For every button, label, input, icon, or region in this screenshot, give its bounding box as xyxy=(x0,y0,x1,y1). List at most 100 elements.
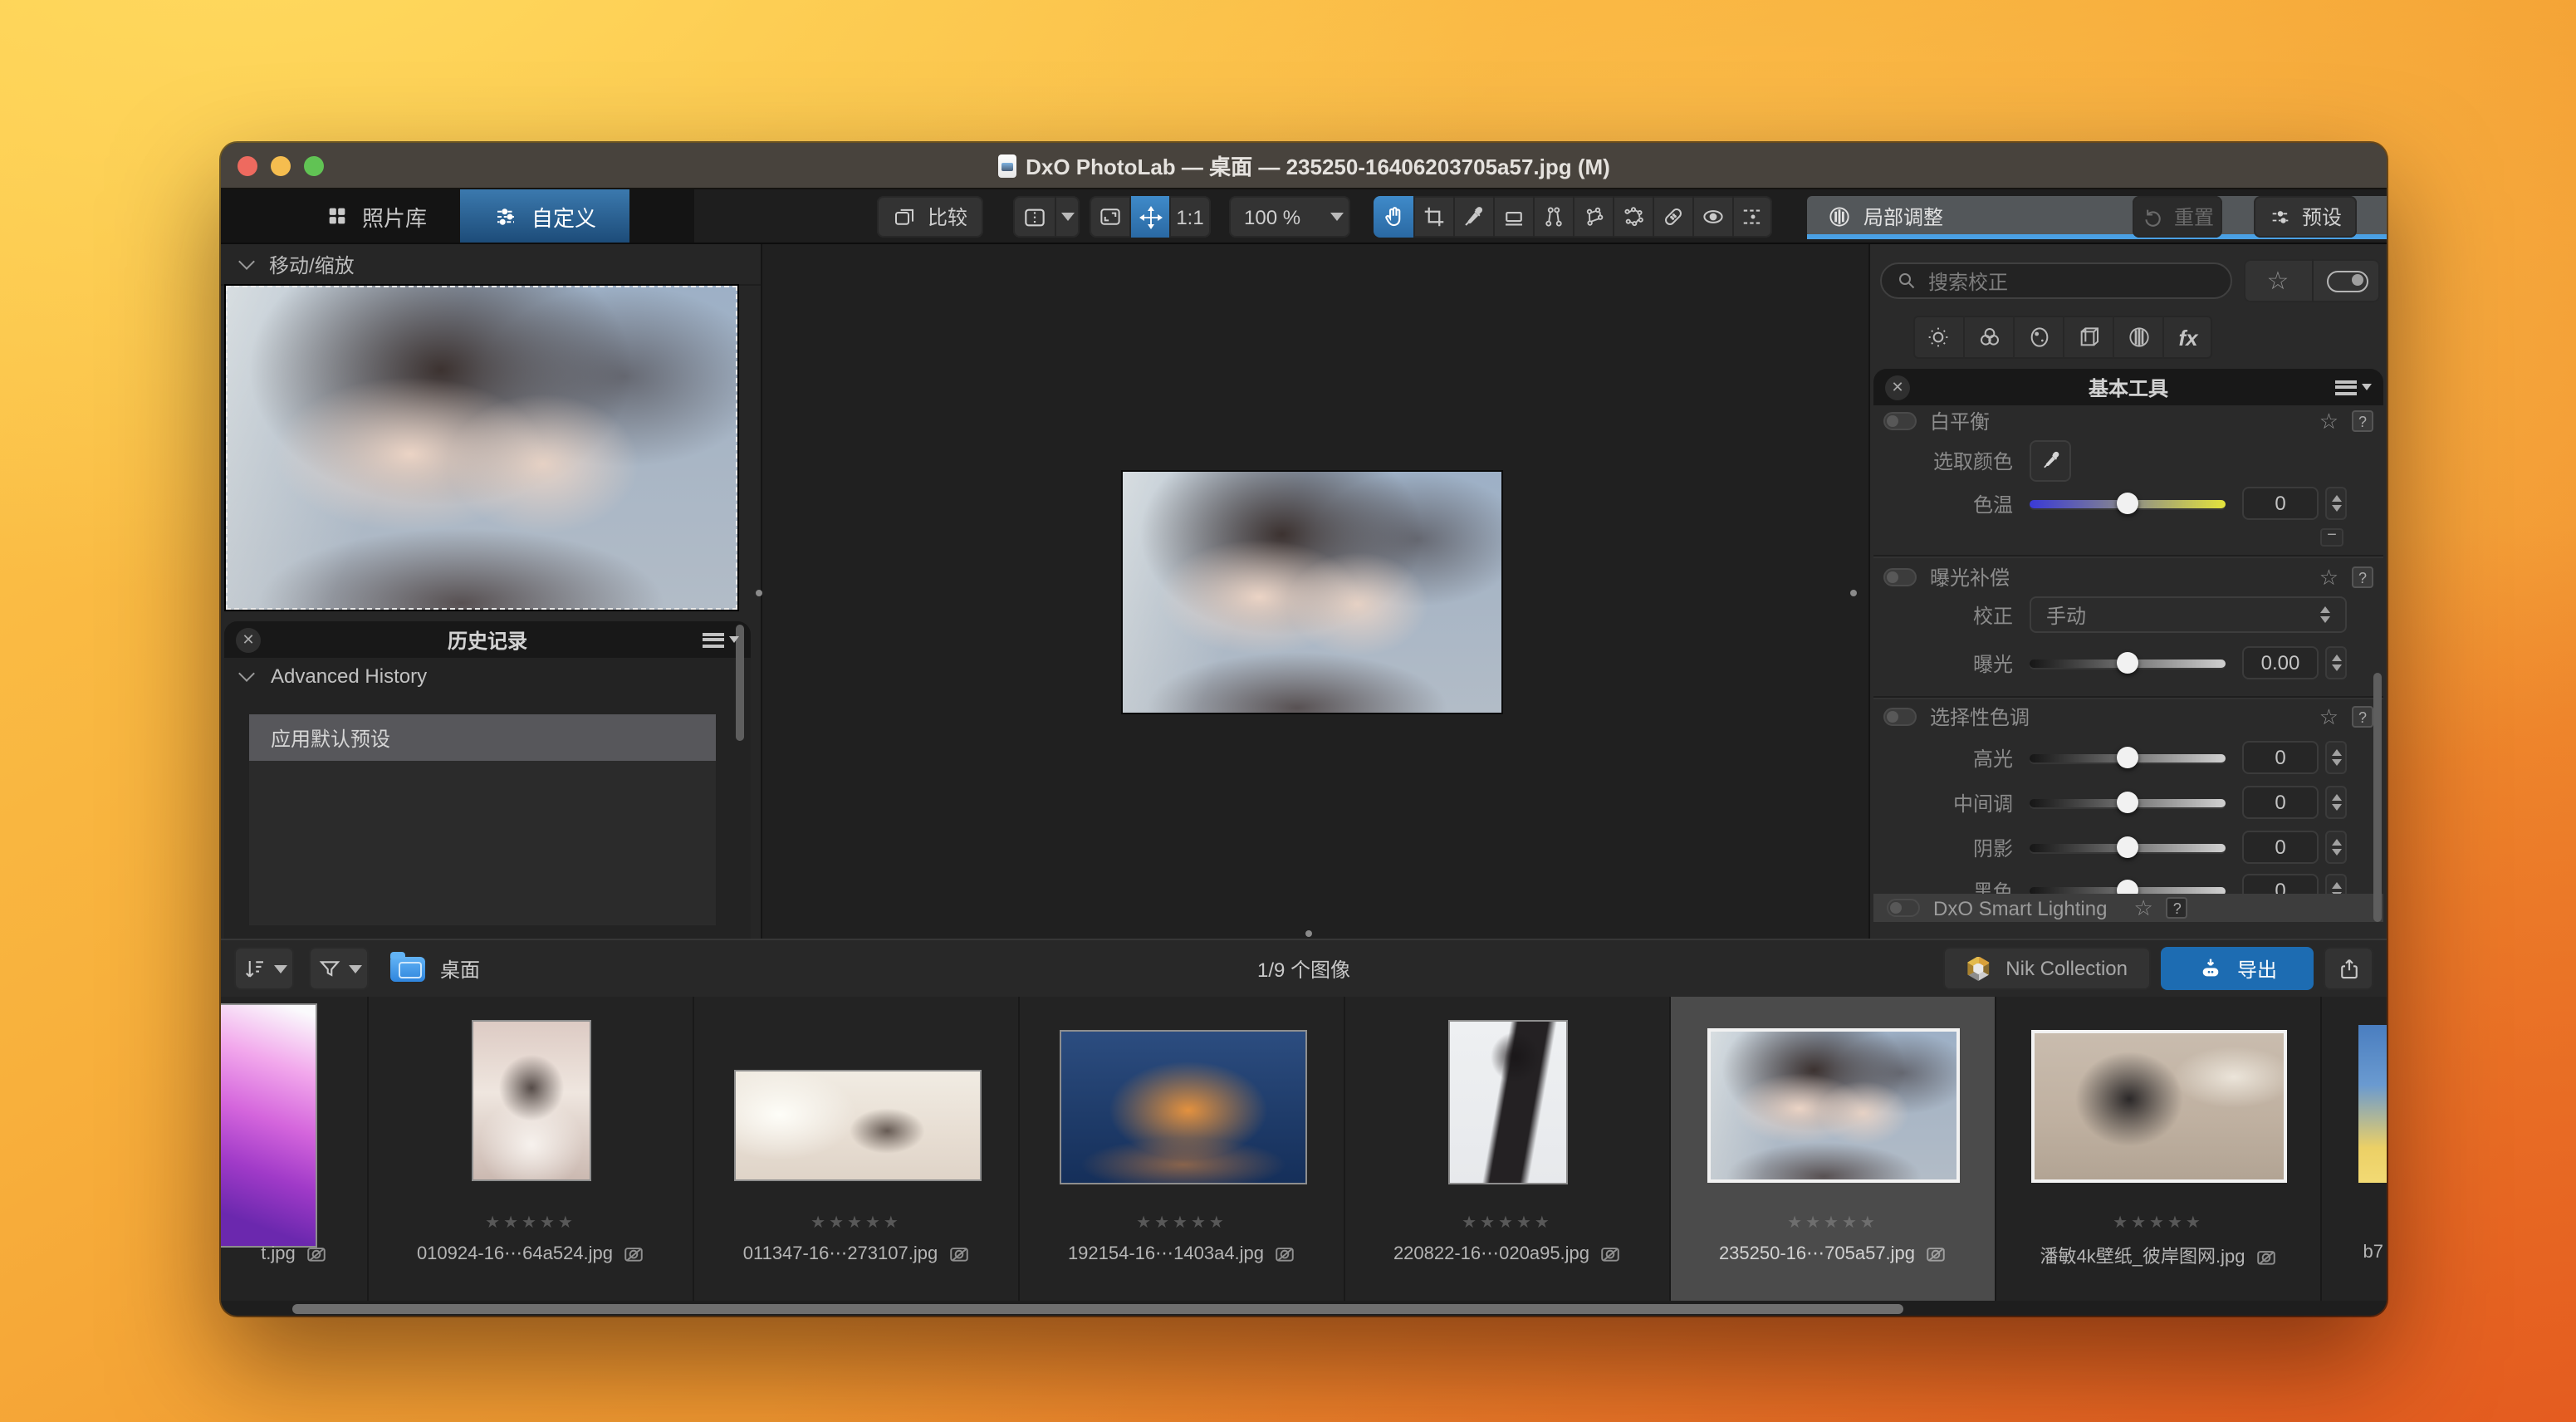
exposure-enable-toggle[interactable] xyxy=(1883,568,1917,586)
selection-tool[interactable] xyxy=(1732,196,1772,238)
smart-lighting-enable-toggle[interactable] xyxy=(1887,899,1920,917)
sort-button[interactable] xyxy=(234,947,294,990)
move-tool-button[interactable] xyxy=(1129,196,1169,238)
exposure-value[interactable]: 0.00 xyxy=(2242,646,2319,679)
fit-screen-button[interactable] xyxy=(1090,196,1129,238)
rating-stars[interactable]: ★★★★★ xyxy=(694,1214,1018,1233)
thumbnail-image[interactable] xyxy=(1061,1032,1305,1183)
hand-tool[interactable] xyxy=(1374,196,1413,238)
reset-button[interactable]: 重置 xyxy=(2133,196,2222,238)
white-balance-enable-toggle[interactable] xyxy=(1883,412,1917,430)
filmstrip-item[interactable]: ★★★★★ 010924-16⋯64a524.jpg xyxy=(369,997,694,1301)
thumbnail-image[interactable] xyxy=(2035,1033,2284,1179)
crop-tool[interactable] xyxy=(1413,196,1453,238)
thumbnail-image[interactable] xyxy=(1711,1032,1956,1179)
category-geometry[interactable] xyxy=(2063,316,2113,359)
move-zoom-header[interactable]: 移动/缩放 xyxy=(221,244,761,286)
basic-tools-menu-button[interactable] xyxy=(2335,380,2372,395)
panel-resize-handle[interactable] xyxy=(1850,590,1857,596)
two-point-tool[interactable] xyxy=(1533,196,1573,238)
selective-tone-enable-toggle[interactable] xyxy=(1883,708,1917,726)
advanced-history-row[interactable]: Advanced History xyxy=(224,658,751,694)
rating-stars[interactable]: ★★★★★ xyxy=(1345,1214,1669,1233)
filmstrip-item[interactable]: b7 xyxy=(2322,997,2387,1301)
slider-thumb[interactable] xyxy=(2117,792,2138,813)
shadows-stepper[interactable] xyxy=(2325,831,2347,864)
category-light[interactable] xyxy=(1913,316,1963,359)
close-icon[interactable]: ✕ xyxy=(236,627,261,652)
healing-tool[interactable] xyxy=(1653,196,1692,238)
close-icon[interactable]: ✕ xyxy=(1885,375,1910,400)
shadows-value[interactable]: 0 xyxy=(2242,831,2319,864)
filmstrip-item[interactable]: ★★★★★ 011347-16⋯273107.jpg xyxy=(694,997,1020,1301)
help-icon[interactable]: ? xyxy=(2352,410,2373,432)
thumbnail-image[interactable] xyxy=(736,1071,980,1179)
zoom-window-button[interactable] xyxy=(304,156,324,176)
filmstrip-item[interactable]: ★★★★★ 220822-16⋯020a95.jpg xyxy=(1345,997,1671,1301)
right-panel-scrollbar[interactable] xyxy=(2373,673,2382,922)
close-window-button[interactable] xyxy=(238,156,257,176)
export-button[interactable]: 导出 xyxy=(2161,947,2314,990)
panel-resize-handle[interactable] xyxy=(1305,930,1312,937)
filmstrip-item-selected[interactable]: ★★★★★ 235250-16⋯705a57.jpg xyxy=(1671,997,1996,1301)
slider-thumb[interactable] xyxy=(2117,493,2138,514)
slider-thumb[interactable] xyxy=(2117,836,2138,858)
smart-lighting-section-header[interactable]: DxO Smart Lighting ☆ ? xyxy=(1873,894,2383,922)
temperature-slider[interactable] xyxy=(2030,499,2226,508)
compare-button[interactable]: 比较 xyxy=(877,196,983,238)
tab-photo-library[interactable]: 照片库 xyxy=(292,189,460,243)
exposure-slider[interactable] xyxy=(2030,659,2226,667)
red-eye-tool[interactable] xyxy=(1692,196,1732,238)
horizon-tool[interactable] xyxy=(1493,196,1533,238)
tab-customize[interactable]: 自定义 xyxy=(460,189,629,243)
category-color[interactable] xyxy=(1963,316,2013,359)
midtones-value[interactable]: 0 xyxy=(2242,786,2319,819)
highlights-value[interactable]: 0 xyxy=(2242,741,2319,774)
temperature-stepper[interactable] xyxy=(2325,487,2347,520)
correction-mode-select[interactable]: 手动 xyxy=(2030,596,2347,633)
zoom-level-select[interactable]: 100 % xyxy=(1229,196,1350,238)
category-detail[interactable] xyxy=(2013,316,2063,359)
star-icon[interactable]: ☆ xyxy=(2319,706,2338,728)
collapse-minus-button[interactable]: − xyxy=(2320,528,2343,547)
navigator-preview-image[interactable] xyxy=(226,286,737,610)
thumbnail-image[interactable] xyxy=(221,1005,316,1246)
filmstrip-item[interactable]: t.jpg xyxy=(221,997,369,1301)
category-fx[interactable]: fx xyxy=(2162,316,2212,359)
main-preview-image[interactable] xyxy=(1123,472,1501,713)
thumbnail-image[interactable] xyxy=(1450,1022,1566,1183)
pick-color-eyedropper-button[interactable] xyxy=(2030,439,2071,481)
midtones-stepper[interactable] xyxy=(2325,786,2347,819)
exposure-stepper[interactable] xyxy=(2325,646,2347,679)
star-icon[interactable]: ☆ xyxy=(2319,566,2338,588)
control-points-tool[interactable] xyxy=(1613,196,1653,238)
minimize-window-button[interactable] xyxy=(271,156,291,176)
slider-thumb[interactable] xyxy=(2117,652,2138,674)
slider-thumb[interactable] xyxy=(2117,747,2138,768)
star-icon[interactable]: ☆ xyxy=(2319,410,2338,432)
filmstrip-scrollbar-thumb[interactable] xyxy=(292,1303,1903,1313)
star-icon[interactable]: ☆ xyxy=(2133,897,2152,919)
thumbnail-image[interactable] xyxy=(473,1022,590,1179)
nik-collection-button[interactable]: Nik Collection xyxy=(1942,947,2151,990)
help-icon[interactable]: ? xyxy=(2167,897,2188,919)
filter-button[interactable] xyxy=(309,947,369,990)
zoom-1to1-button[interactable]: 1:1 xyxy=(1169,196,1209,238)
panel-resize-handle[interactable] xyxy=(756,590,762,596)
polygon-tool[interactable] xyxy=(1573,196,1613,238)
favorites-filter-button[interactable]: ☆ xyxy=(2244,259,2312,302)
history-entry-selected[interactable]: 应用默认预设 xyxy=(249,714,716,761)
rating-stars[interactable]: ★★★★★ xyxy=(369,1214,693,1233)
rating-stars[interactable]: ★★★★★ xyxy=(1020,1214,1344,1233)
rating-stars[interactable]: ★★★★★ xyxy=(1996,1214,2320,1233)
filmstrip-item[interactable]: ★★★★★ 潘敏4k壁纸_彼岸图网.jpg xyxy=(1996,997,2322,1301)
presets-button[interactable]: 预设 xyxy=(2254,196,2357,238)
filmstrip-scrollbar[interactable] xyxy=(221,1301,2387,1316)
white-balance-picker-tool[interactable] xyxy=(1453,196,1493,238)
titlebar[interactable]: DxO PhotoLab — 桌面 — 235250-16406203705a5… xyxy=(221,143,2387,189)
midtones-slider[interactable] xyxy=(2030,798,2226,807)
filmstrip-item[interactable]: ★★★★★ 192154-16⋯1403a4.jpg xyxy=(1020,997,1345,1301)
split-view-dropdown[interactable] xyxy=(1055,196,1080,238)
help-icon[interactable]: ? xyxy=(2352,706,2373,728)
highlights-slider[interactable] xyxy=(2030,753,2226,762)
